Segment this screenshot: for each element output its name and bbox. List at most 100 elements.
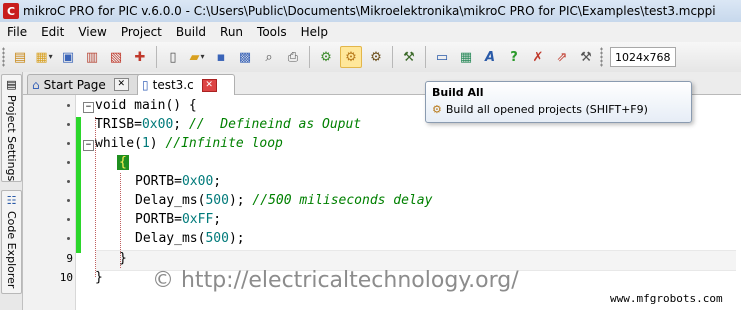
code-explorer-tab[interactable]: ☷ Code Explorer <box>1 190 22 294</box>
save-file-icon[interactable]: ▪ <box>211 47 231 67</box>
menu-help[interactable]: Help <box>294 25 335 39</box>
save-all-icon[interactable]: ▩ <box>235 47 255 67</box>
app-icon: C <box>3 3 19 19</box>
resolution-combo[interactable]: 1024x768 <box>610 47 676 67</box>
code-number: 500 <box>205 193 229 208</box>
code-number: 0x00 <box>141 117 174 132</box>
gutter-dot <box>67 237 70 240</box>
programmer-icon[interactable]: ⚒ <box>399 47 419 67</box>
gutter-dot <box>67 123 70 126</box>
tooltip-line: ⚙ Build all opened projects (SHIFT+F9) <box>432 103 648 116</box>
edit-project-icon[interactable]: ▧ <box>106 47 126 67</box>
line-gutter: 9 10 <box>23 95 76 310</box>
add-file-icon[interactable]: ✚ <box>130 47 150 67</box>
code-line: PORTB=0x00; <box>135 173 221 191</box>
code-statement: ; <box>213 174 222 189</box>
save-project-icon[interactable]: ▣ <box>58 47 78 67</box>
menu-build[interactable]: Build <box>169 25 213 39</box>
code-statement: Delay_ms( <box>135 231 206 246</box>
tooltip-description: Build all opened projects (SHIFT+F9) <box>445 103 648 116</box>
code-line: Delay_ms(500); //500 miliseconds delay <box>135 192 432 210</box>
gutter-dot <box>67 218 70 221</box>
code-line: { <box>117 154 129 172</box>
code-statement: TRISB= <box>95 117 142 132</box>
code-explorer-label: Code Explorer <box>5 211 18 289</box>
tools-icon[interactable]: ⚒ <box>576 47 596 67</box>
build-all-icon[interactable]: ⚙ <box>340 46 362 68</box>
code-statement: PORTB= <box>135 212 182 227</box>
code-comment: // Defineind as Ouput <box>188 117 362 132</box>
compile-icon[interactable]: ✗ <box>528 47 548 67</box>
toolbar-separator <box>156 46 157 68</box>
tooltip-title: Build All <box>432 86 484 99</box>
open-project-icon[interactable]: ▦ <box>34 47 54 67</box>
font-icon[interactable]: A <box>480 47 500 67</box>
export-icon[interactable]: ⇗ <box>552 47 572 67</box>
toolbar-grip[interactable] <box>2 47 5 67</box>
code-number: 0x00 <box>181 174 214 189</box>
fold-toggle[interactable]: − <box>83 140 94 151</box>
line-number: 9 <box>66 252 73 265</box>
gutter-dot <box>67 142 70 145</box>
code-statement: while( <box>95 136 142 151</box>
tree-icon: ☷ <box>6 194 17 207</box>
menu-project[interactable]: Project <box>114 25 169 39</box>
code-line: } <box>119 250 127 268</box>
menu-view[interactable]: View <box>71 25 113 39</box>
code-statement: } <box>95 270 103 285</box>
code-comment: //500 miliseconds delay <box>252 193 433 208</box>
build-all-tooltip: Build All ⚙ Build all opened projects (S… <box>425 81 692 123</box>
code-statement: ; <box>213 212 222 227</box>
code-line: TRISB=0x00; // Defineind as Ouput <box>95 116 361 134</box>
matched-brace: { <box>117 155 129 170</box>
file-icon: ▯ <box>142 78 149 92</box>
code-comment: //Infinite loop <box>165 136 283 151</box>
settings-icon: ▤ <box>6 78 17 91</box>
code-number: 0xFF <box>181 212 214 227</box>
toolbar-separator <box>425 46 426 68</box>
site-watermark: www.mfgrobots.com <box>610 292 723 305</box>
monitor-icon[interactable]: ▭ <box>432 47 452 67</box>
menu-tools[interactable]: Tools <box>250 25 294 39</box>
code-number: 500 <box>205 231 229 246</box>
line-number: 10 <box>59 271 73 284</box>
menu-bar: File Edit View Project Build Run Tools H… <box>0 22 741 42</box>
build-icon[interactable]: ⚙ <box>316 47 336 67</box>
toolbar-grip[interactable] <box>600 47 603 67</box>
code-keyword: void main() { <box>95 98 197 113</box>
code-statement: ); <box>228 193 253 208</box>
code-statement: } <box>119 251 127 266</box>
code-statement: ) <box>149 136 166 151</box>
toolbar-separator <box>309 46 310 68</box>
new-project-icon[interactable]: ▤ <box>10 47 30 67</box>
window-title: mikroC PRO for PIC v.6.0.0 - C:\Users\Pu… <box>23 4 716 18</box>
watermark: © http://electricaltechnology.org/ <box>152 268 519 293</box>
help-icon[interactable]: ? <box>504 47 524 67</box>
fold-toggle[interactable]: − <box>83 102 94 113</box>
menu-file[interactable]: File <box>0 25 34 39</box>
code-line: PORTB=0xFF; <box>135 211 221 229</box>
gutter-dot <box>67 104 70 107</box>
close-icon[interactable]: ✕ <box>113 78 129 91</box>
tab-start-page[interactable]: ⌂ Start Page ✕ <box>27 74 143 94</box>
project-settings-tab[interactable]: ▤ Project Settings <box>1 74 22 182</box>
chip-icon[interactable]: ▦ <box>456 47 476 67</box>
print-icon[interactable]: ⎙ <box>283 47 303 67</box>
tab-label: test3.c <box>152 78 194 92</box>
build-and-program-icon[interactable]: ⚙ <box>366 47 386 67</box>
tab-test3-c[interactable]: ▯ test3.c ✕ <box>137 74 235 95</box>
close-icon[interactable]: ✕ <box>201 78 217 92</box>
code-statement: Delay_ms( <box>135 193 206 208</box>
tab-label: Start Page <box>43 77 106 92</box>
new-file-icon[interactable]: ▯ <box>163 47 183 67</box>
title-bar: C mikroC PRO for PIC v.6.0.0 - C:\Users\… <box>0 0 741 23</box>
code-statement: PORTB= <box>135 174 182 189</box>
change-bar <box>76 117 81 253</box>
close-project-icon[interactable]: ▥ <box>82 47 102 67</box>
menu-edit[interactable]: Edit <box>34 25 71 39</box>
toolbar-separator <box>392 46 393 68</box>
left-dock: ▤ Project Settings ☷ Code Explorer <box>0 72 23 310</box>
open-file-icon[interactable]: ▰ <box>187 47 207 67</box>
print-preview-icon[interactable]: ⌕ <box>259 47 279 67</box>
menu-run[interactable]: Run <box>213 25 250 39</box>
